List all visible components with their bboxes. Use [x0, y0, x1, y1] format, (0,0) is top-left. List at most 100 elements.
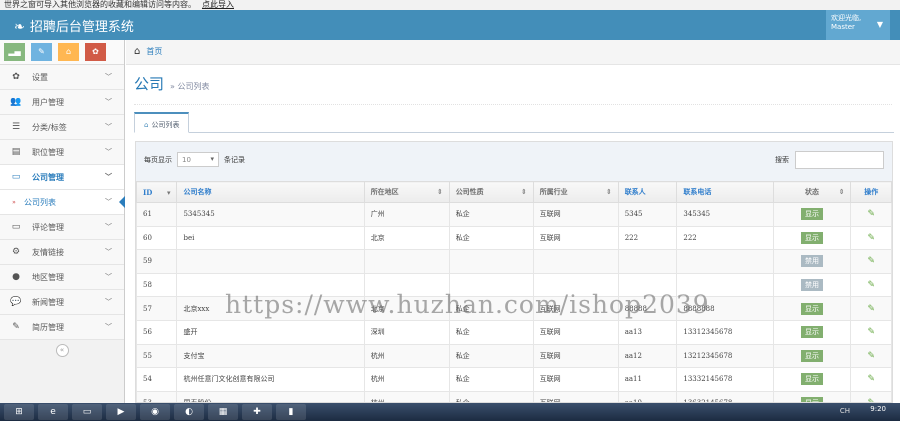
- pencil-shortcut-button[interactable]: ✎: [31, 43, 52, 61]
- user-menu[interactable]: 欢迎光临, Master ▼: [826, 10, 890, 40]
- status-cell: 显示: [772, 367, 852, 392]
- home-shortcut-button[interactable]: ⌂: [58, 43, 79, 61]
- sidebar-item-label: 设置: [32, 72, 48, 82]
- edit-icon[interactable]: ✎: [867, 256, 875, 266]
- column-header[interactable]: 公司性质 ⇕: [448, 181, 534, 203]
- column-header[interactable]: 状态 ⇕: [772, 181, 852, 203]
- sidebar-item[interactable]: ▤ 职位管理 ﹀: [0, 140, 124, 165]
- search-input[interactable]: [795, 151, 884, 169]
- cell: 杭州: [363, 343, 450, 369]
- action-cell: ✎: [850, 249, 892, 274]
- comment-icon: 💬: [10, 297, 22, 307]
- sidebar-item[interactable]: ✿ 设置 ﹀: [0, 65, 124, 90]
- tab-company-list[interactable]: ⌂ 公司列表: [134, 112, 190, 133]
- tab-label: 公司列表: [151, 121, 180, 129]
- chevron-down-icon: ﹀: [105, 173, 112, 181]
- column-header: 联系电话: [676, 181, 774, 203]
- status-badge[interactable]: 显示: [800, 326, 823, 339]
- cell: 57: [136, 296, 178, 321]
- sidebar-item[interactable]: 💬 新闻管理 ﹀: [0, 290, 124, 315]
- sort-desc-icon: ▾: [166, 187, 171, 197]
- document-icon[interactable]: ▮: [276, 404, 306, 420]
- status-badge[interactable]: 禁用: [800, 255, 823, 268]
- cell: [448, 249, 534, 274]
- status-badge[interactable]: 显示: [800, 373, 823, 386]
- cell: [532, 272, 619, 298]
- column-header[interactable]: 所在地区 ⇕: [363, 181, 450, 203]
- column-header: 联系人: [617, 181, 678, 203]
- cell: 8888888: [676, 296, 774, 321]
- page-header: 公司 » 公司列表: [134, 65, 892, 105]
- breadcrumb-home[interactable]: 首页: [146, 47, 162, 56]
- status-badge[interactable]: 显示: [800, 231, 823, 244]
- edit-icon[interactable]: ✎: [867, 280, 875, 290]
- cell: [363, 249, 450, 274]
- app-icon[interactable]: ✚: [242, 404, 272, 420]
- sidebar-item-label: 友情链接: [32, 247, 64, 257]
- cell: 北京: [363, 296, 450, 321]
- status-cell: 显示: [772, 296, 852, 321]
- cell: 支付宝: [176, 343, 365, 369]
- sidebar-item[interactable]: » 公司列表 ﹀: [0, 190, 125, 215]
- cell: [532, 249, 619, 274]
- sidebar-collapse[interactable]: «: [0, 340, 124, 362]
- sidebar-item[interactable]: ▭ 评论管理 ﹀: [0, 215, 124, 240]
- edit-icon[interactable]: ✎: [867, 304, 875, 314]
- cell: 互联网: [532, 296, 619, 321]
- status-badge[interactable]: 显示: [800, 302, 823, 315]
- main-content: ⌂首页 公司» 公司列表 ⌂公司列表 每页显示10条记录 搜索 ID▾公司名称所…: [126, 40, 900, 403]
- per-page-suffix: 条记录: [224, 155, 245, 164]
- sidebar-item[interactable]: ✎ 简历管理 ﹀: [0, 315, 124, 340]
- brand[interactable]: ❧ 招聘后台管理系统: [14, 16, 139, 35]
- cell: 北京xxx: [176, 296, 365, 321]
- start-icon[interactable]: ⊞: [4, 404, 34, 420]
- cell: aa11: [617, 367, 678, 392]
- status-badge[interactable]: 显示: [800, 349, 823, 362]
- per-page-label: 每页显示: [144, 155, 172, 164]
- home-icon: ⌂: [144, 121, 149, 129]
- status-badge[interactable]: 禁用: [800, 279, 823, 292]
- column-header[interactable]: 所属行业 ⇕: [532, 181, 619, 203]
- status-cell: 禁用: [772, 272, 852, 298]
- edit-icon[interactable]: ✎: [867, 374, 875, 384]
- sidebar-item[interactable]: 👥 用户管理 ﹀: [0, 90, 124, 115]
- action-cell: ✎: [850, 343, 892, 369]
- per-page-select[interactable]: 10: [177, 152, 219, 167]
- tabs: ⌂ 公司列表: [134, 112, 894, 133]
- globe-icon[interactable]: ◉: [140, 404, 170, 420]
- cell: 北京: [363, 225, 450, 251]
- cell: 私企: [448, 225, 534, 251]
- cog-shortcut-button[interactable]: ✿: [85, 43, 106, 61]
- cell: 互联网: [532, 390, 619, 402]
- sidebar-item[interactable]: ▭ 公司管理 ﹀: [0, 165, 124, 190]
- signal-shortcut-button[interactable]: ▂▄: [4, 43, 25, 61]
- cell: [363, 272, 450, 298]
- chevron-down-icon: ﹀: [105, 223, 112, 231]
- inbox-icon: ▭: [11, 172, 21, 182]
- edit-icon[interactable]: ✎: [867, 209, 875, 219]
- folder-icon[interactable]: ▭: [72, 404, 102, 420]
- edit-icon[interactable]: ✎: [867, 351, 875, 361]
- cell: 13312345678: [676, 319, 774, 345]
- action-cell: ✎: [850, 367, 892, 392]
- edit-icon[interactable]: ✎: [867, 233, 875, 243]
- ie-icon[interactable]: e: [38, 404, 68, 420]
- search-label: 搜索: [775, 156, 789, 164]
- chevron-down-icon: ﹀: [105, 198, 112, 206]
- table-row: 56 盛开 深圳 私企 互联网 aa13 13312345678 显示 ✎: [136, 319, 892, 345]
- sidebar-item[interactable]: ● 地区管理 ﹀: [0, 265, 124, 290]
- import-link[interactable]: 点此导入: [202, 0, 234, 9]
- breadcrumb: ⌂ 首页: [126, 40, 900, 65]
- collapse-icon[interactable]: «: [55, 344, 69, 357]
- firefox-icon[interactable]: ◐: [174, 404, 204, 420]
- status-badge[interactable]: 显示: [800, 208, 823, 221]
- media-icon[interactable]: ▶: [106, 404, 136, 420]
- network-icon[interactable]: ▦: [208, 404, 238, 420]
- edit-icon[interactable]: ✎: [867, 327, 875, 337]
- column-header[interactable]: ID ▾: [136, 181, 178, 203]
- sidebar-item[interactable]: ⚙ 友情链接 ﹀: [0, 240, 124, 265]
- tray-language[interactable]: CH: [840, 407, 850, 415]
- page-length: 每页显示 10 条记录: [144, 152, 245, 167]
- sidebar-item[interactable]: ☰ 分类/标签 ﹀: [0, 115, 124, 140]
- cell: 13332145678: [676, 367, 774, 392]
